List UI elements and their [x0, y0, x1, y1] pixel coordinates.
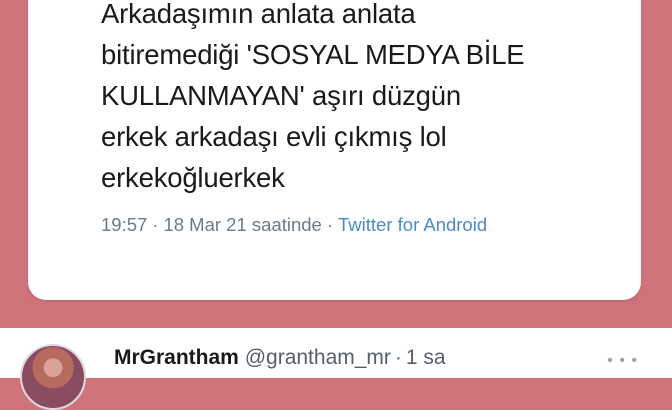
tweet-meta: 19:57 · 18 Mar 21 saatinde · Twitter for And…	[101, 214, 487, 236]
tweet-age: 1 sa	[405, 346, 446, 369]
separator: ·	[394, 346, 402, 369]
avatar[interactable]	[20, 344, 86, 410]
tweet-text-line: KULLANMAYAN' aşırı düzgün	[101, 80, 461, 111]
author-name[interactable]: MrGrantham	[114, 346, 239, 369]
tweet-date: 18 Mar 21 saatinde	[163, 214, 322, 235]
tweet-time: 19:57	[101, 214, 148, 235]
tweet-author: MrGrantham @grantham_mr · 1 sa	[114, 346, 446, 370]
tweet-text-line: erkekoğluerkek	[101, 162, 285, 193]
separator: ·	[326, 214, 334, 235]
tweet-source-link[interactable]: Twitter for Android	[338, 214, 487, 235]
tweet-card: Arkadaşımın anlata anlata bitiremediği '…	[28, 0, 641, 300]
tweet-text: Arkadaşımın anlata anlata bitiremediği '…	[101, 0, 646, 198]
tweet-text-line: bitiremediği 'SOSYAL MEDYA BİLE	[101, 39, 525, 70]
separator: ·	[152, 214, 159, 235]
tweet-text-line: Arkadaşımın anlata anlata	[101, 0, 416, 29]
author-handle: @grantham_mr	[244, 346, 391, 369]
tweet-text-line: erkek arkadaşı evli çıkmış lol	[101, 121, 447, 152]
more-dots-icon[interactable]: • • •	[607, 352, 638, 370]
next-tweet[interactable]: MrGrantham @grantham_mr · 1 sa • • •	[0, 328, 672, 410]
